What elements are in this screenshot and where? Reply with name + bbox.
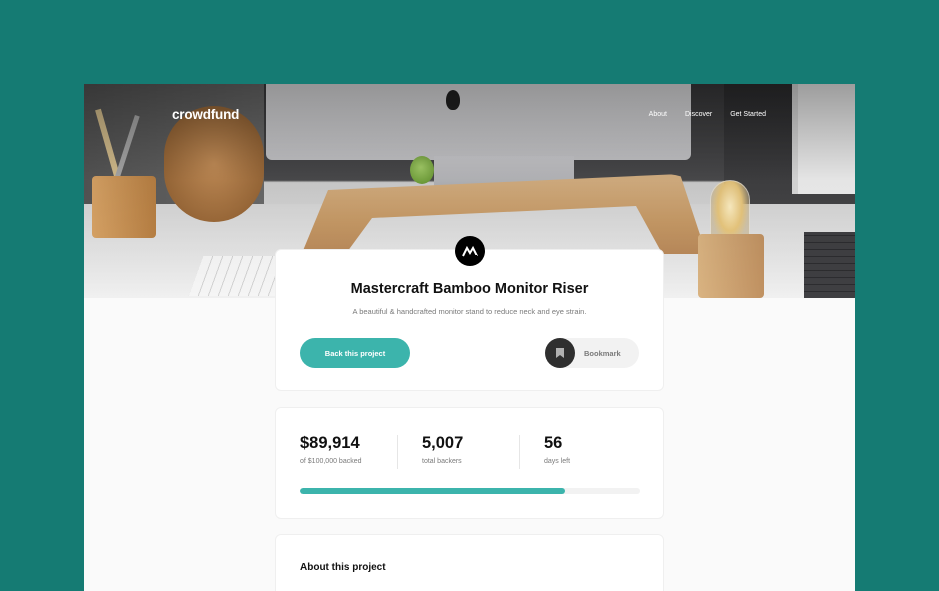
- back-project-button[interactable]: Back this project: [300, 338, 410, 368]
- logo[interactable]: crowdfund: [172, 107, 239, 122]
- mastercraft-logo-icon: [455, 236, 485, 266]
- backed-label: of $100,000 backed: [300, 458, 362, 465]
- nav-links: About Discover Get Started: [649, 111, 766, 118]
- progress-bar: [300, 488, 640, 494]
- bookmark-icon: [545, 338, 575, 368]
- backed-amount: $89,914: [300, 434, 360, 452]
- backers-count: 5,007: [422, 434, 464, 452]
- stat-divider: [519, 435, 520, 469]
- about-title: About this project: [300, 562, 386, 573]
- nav-link-about[interactable]: About: [649, 111, 667, 118]
- app-window: crowdfund About Discover Get Started Mas…: [84, 84, 855, 591]
- project-description: A beautiful & handcrafted monitor stand …: [352, 307, 587, 316]
- stat-divider: [397, 435, 398, 469]
- stats-card: $89,914 of $100,000 backed 5,007 total b…: [275, 407, 664, 519]
- stat-backers: 5,007 total backers: [422, 434, 463, 465]
- stat-backed: $89,914 of $100,000 backed: [300, 434, 362, 465]
- bookmark-button[interactable]: Bookmark: [545, 338, 639, 368]
- stat-days: 56 days left: [544, 434, 570, 465]
- days-label: days left: [544, 458, 571, 465]
- progress-fill: [300, 488, 566, 494]
- days-count: 56: [544, 434, 563, 452]
- backers-label: total backers: [422, 458, 462, 465]
- bookmark-label: Bookmark: [584, 348, 621, 358]
- nav-link-discover[interactable]: Discover: [685, 111, 712, 118]
- top-nav: crowdfund About Discover Get Started: [84, 84, 855, 144]
- project-title: Mastercraft Bamboo Monitor Riser: [350, 281, 589, 297]
- about-card: About this project: [275, 534, 664, 591]
- nav-link-get-started[interactable]: Get Started: [730, 111, 766, 118]
- project-intro-card: Mastercraft Bamboo Monitor Riser A beaut…: [275, 236, 664, 391]
